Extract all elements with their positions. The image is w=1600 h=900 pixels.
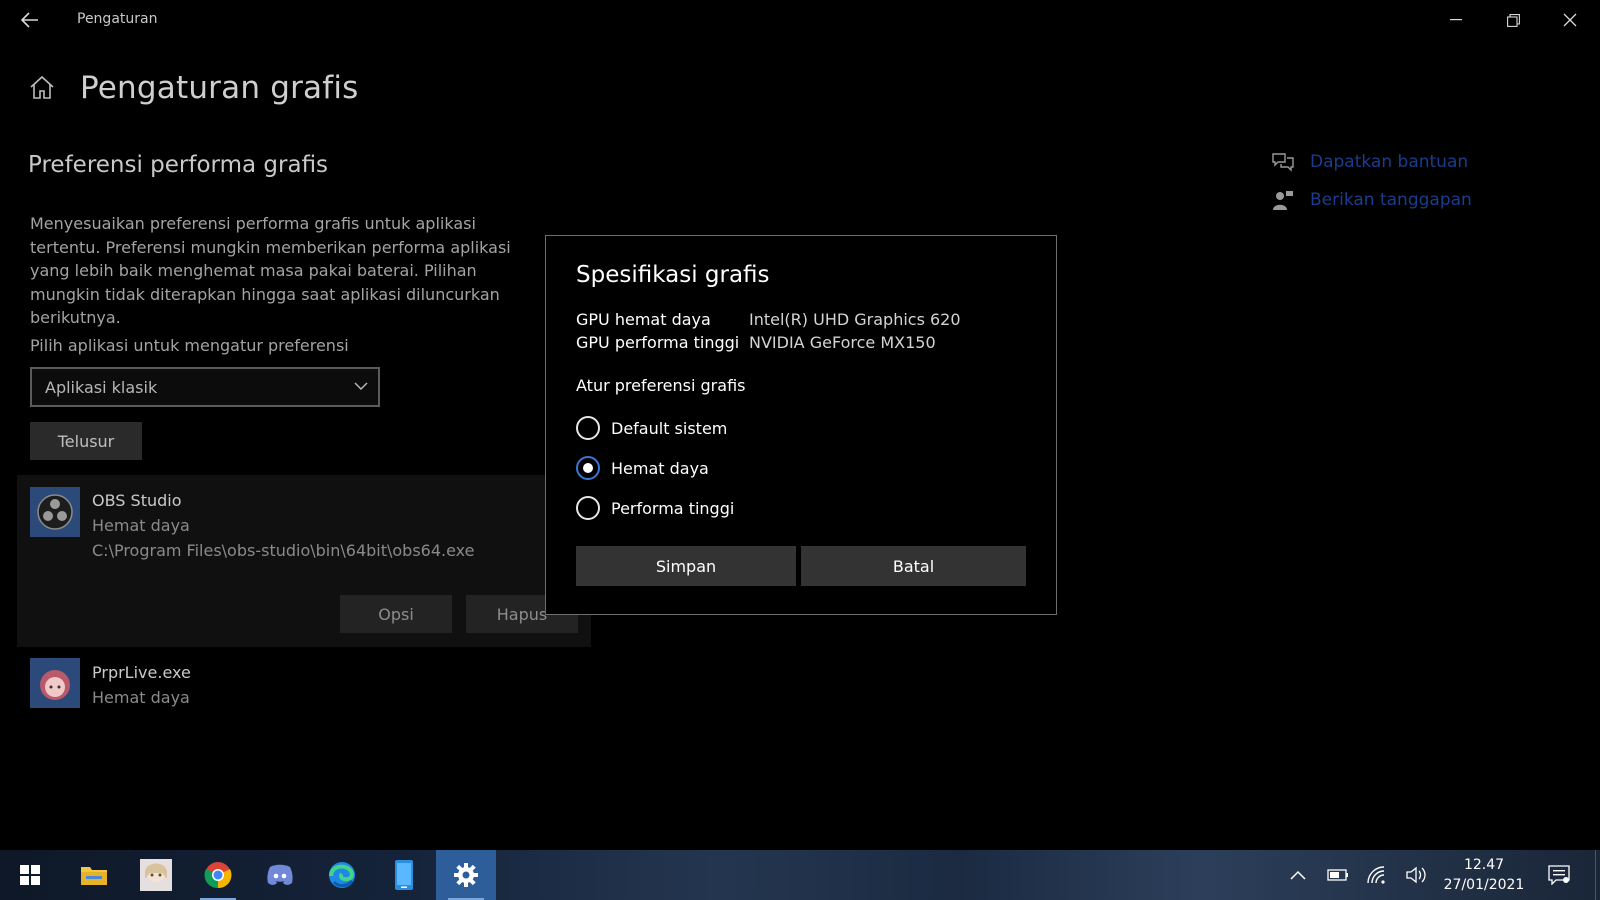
minimize-button[interactable] — [1428, 0, 1484, 40]
tray-wifi[interactable] — [1365, 862, 1391, 888]
radio-default-system[interactable]: Default sistem — [576, 414, 727, 442]
minimize-icon — [1450, 19, 1462, 21]
chevron-down-icon — [354, 382, 368, 390]
app-item-obs[interactable]: OBS Studio Hemat daya C:\Program Files\o… — [17, 475, 591, 647]
browse-button[interactable]: Telusur — [30, 422, 142, 460]
chrome-icon — [204, 862, 232, 889]
taskbar-anime-app[interactable] — [126, 850, 186, 900]
restore-icon — [1506, 13, 1520, 27]
taskbar-chrome[interactable] — [188, 850, 248, 900]
options-button[interactable]: Opsi — [340, 595, 452, 633]
home-icon[interactable] — [28, 73, 58, 103]
save-button[interactable]: Simpan — [576, 546, 796, 586]
section-title: Preferensi performa grafis — [28, 152, 329, 178]
app-type-dropdown[interactable]: Aplikasi klasik — [30, 367, 380, 407]
file-explorer-icon — [81, 867, 107, 885]
close-icon — [1563, 13, 1577, 27]
get-help-text[interactable]: Dapatkan bantuan — [1310, 152, 1468, 172]
spec-row-high-performance: GPU performa tinggi NVIDIA GeForce MX150 — [576, 333, 936, 352]
radio-high-performance[interactable]: Performa tinggi — [576, 494, 734, 522]
spec-value: NVIDIA GeForce MX150 — [749, 333, 936, 352]
radio-button[interactable] — [576, 416, 600, 440]
back-button[interactable] — [14, 6, 46, 34]
title-bar: Pengaturan — [0, 0, 1600, 40]
app-path: C:\Program Files\obs-studio\bin\64bit\ob… — [92, 541, 475, 560]
spec-label: GPU performa tinggi — [576, 333, 740, 352]
prprlive-app-icon — [30, 658, 80, 708]
radio-label: Hemat daya — [611, 458, 709, 478]
tray-volume[interactable] — [1404, 862, 1430, 888]
battery-icon — [1327, 869, 1348, 881]
edge-icon — [329, 862, 355, 888]
taskbar-file-explorer[interactable] — [64, 850, 124, 900]
clock-date: 27/01/2021 — [1443, 877, 1525, 893]
give-feedback-text[interactable]: Berikan tanggapan — [1310, 190, 1472, 210]
radio-power-saving[interactable]: Hemat daya — [576, 454, 709, 482]
app-preference: Hemat daya — [92, 516, 190, 535]
window-title: Pengaturan — [77, 11, 158, 27]
feedback-person-icon — [1270, 187, 1296, 213]
preference-label: Atur preferensi grafis — [576, 376, 746, 395]
phone-app-icon — [395, 860, 413, 890]
clock-time: 12.47 — [1463, 857, 1505, 873]
anime-app-icon — [140, 859, 172, 891]
page-title: Pengaturan grafis — [80, 70, 359, 106]
spec-label: GPU hemat daya — [576, 310, 711, 329]
settings-icon — [454, 863, 478, 887]
tray-battery[interactable] — [1325, 862, 1351, 888]
action-center-button[interactable] — [1546, 862, 1572, 888]
restore-button[interactable] — [1485, 0, 1541, 40]
spec-row-power-saving: GPU hemat daya Intel(R) UHD Graphics 620 — [576, 310, 961, 329]
give-feedback-link[interactable]: Berikan tanggapan — [1270, 181, 1472, 219]
start-button[interactable] — [0, 850, 60, 900]
discord-icon — [267, 864, 293, 885]
chat-help-icon — [1270, 149, 1296, 175]
dialog-title: Spesifikasi grafis — [576, 262, 770, 288]
help-links: Dapatkan bantuan Berikan tanggapan — [1270, 143, 1472, 219]
app-name: PrprLive.exe — [92, 663, 191, 682]
obs-app-icon — [30, 487, 80, 537]
radio-label: Performa tinggi — [611, 498, 735, 518]
graphics-spec-dialog: Spesifikasi grafis GPU hemat daya Intel(R… — [545, 235, 1057, 615]
back-arrow-icon — [21, 12, 38, 28]
app-preference: Hemat daya — [92, 688, 190, 707]
taskbar-edge[interactable] — [312, 850, 372, 900]
tray-overflow-button[interactable] — [1285, 862, 1311, 888]
taskbar-clock[interactable]: 12.47 27/01/2021 — [1436, 855, 1532, 895]
show-desktop-button[interactable] — [1595, 850, 1600, 900]
chevron-up-icon — [1290, 870, 1306, 880]
app-item-prprlive[interactable]: PrprLive.exe Hemat daya — [30, 658, 430, 718]
app-type-value: Aplikasi klasik — [45, 378, 158, 397]
section-description: Menyesuaikan preferensi performa grafis … — [30, 214, 511, 327]
volume-icon — [1406, 866, 1426, 884]
cancel-button[interactable]: Batal — [801, 546, 1026, 586]
taskbar: 12.47 27/01/2021 — [0, 850, 1600, 900]
windows-start-icon — [20, 865, 40, 885]
get-help-link[interactable]: Dapatkan bantuan — [1270, 143, 1472, 181]
taskbar-discord[interactable] — [250, 850, 310, 900]
app-picker-label: Pilih aplikasi untuk mengatur preferensi — [30, 336, 349, 355]
notification-icon — [1548, 865, 1570, 885]
radio-button[interactable] — [576, 496, 600, 520]
taskbar-settings[interactable] — [436, 850, 496, 900]
app-name: OBS Studio — [92, 491, 182, 510]
spec-value: Intel(R) UHD Graphics 620 — [749, 310, 961, 329]
wifi-icon — [1367, 866, 1385, 884]
taskbar-phone-app[interactable] — [374, 850, 434, 900]
close-button[interactable] — [1542, 0, 1598, 40]
radio-label: Default sistem — [611, 418, 728, 438]
page-header: Pengaturan grafis — [28, 70, 359, 106]
radio-button[interactable] — [576, 456, 600, 480]
